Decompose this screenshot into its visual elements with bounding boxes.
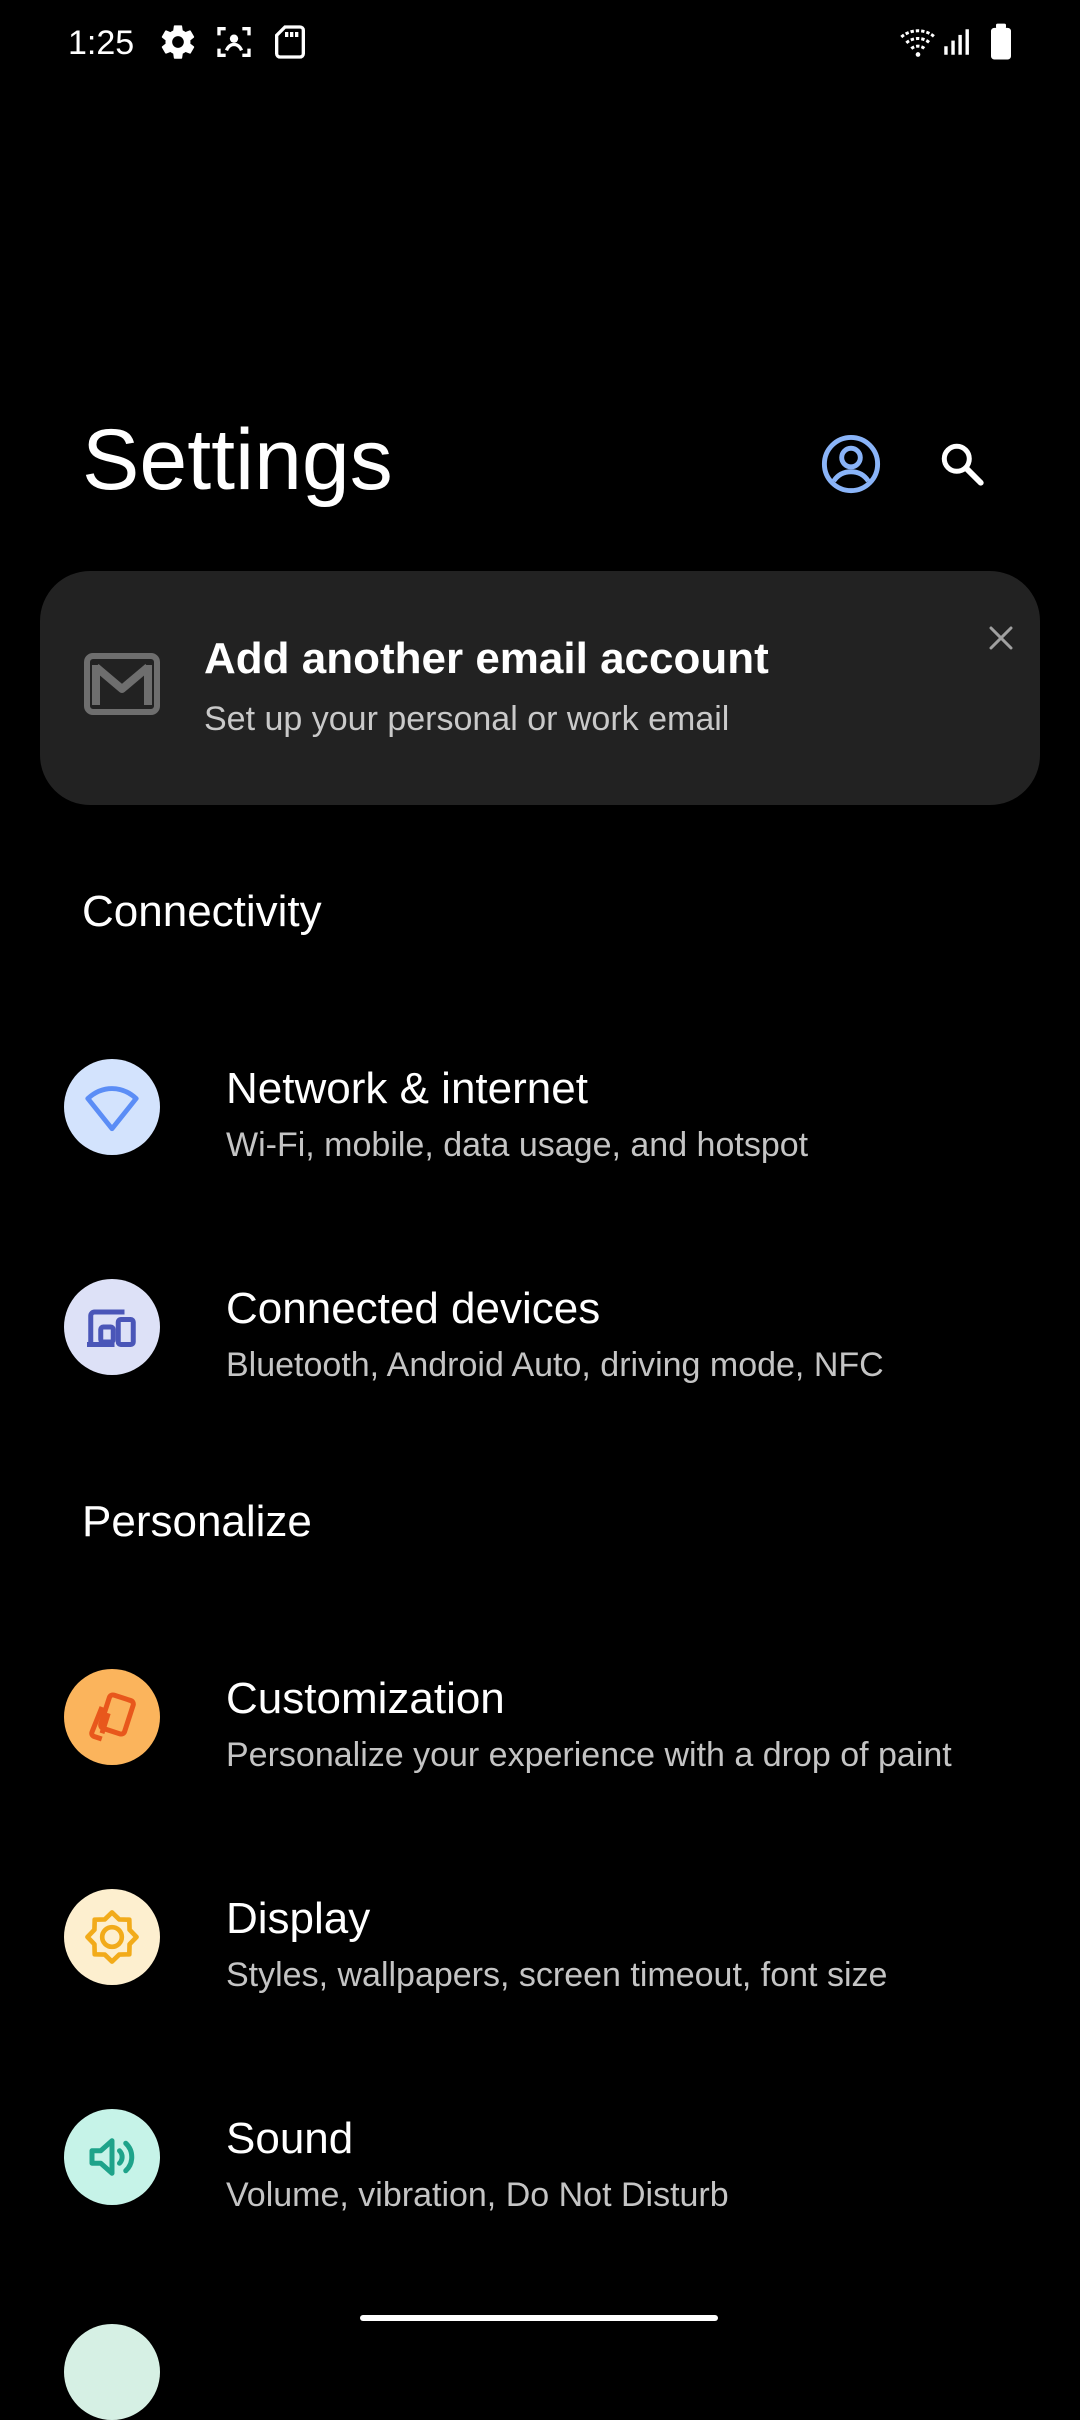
signal-icon [940, 22, 974, 62]
settings-item-network[interactable]: Network & internet Wi-Fi, mobile, data u… [0, 1007, 1080, 1207]
wifi-icon [896, 22, 940, 62]
brightness-icon [85, 1910, 139, 1964]
item-subtitle: Personalize your experience with a drop … [226, 1736, 952, 1774]
item-subtitle: Volume, vibration, Do Not Disturb [226, 2176, 729, 2214]
display-icon-badge [64, 1889, 160, 1985]
account-circle-icon [821, 434, 881, 494]
settings-item-sound[interactable]: Sound Volume, vibration, Do Not Disturb [0, 2057, 1080, 2257]
item-title: Display [226, 1894, 371, 1943]
section-header-personalize: Personalize [82, 1497, 312, 1546]
settings-item-connected-devices[interactable]: Connected devices Bluetooth, Android Aut… [0, 1227, 1080, 1427]
devices-icon-badge [64, 1279, 160, 1375]
item-subtitle: Wi-Fi, mobile, data usage, and hotspot [226, 1126, 809, 1164]
suggestion-card[interactable]: Add another email account Set up your pe… [40, 571, 1040, 805]
sound-icon-badge [64, 2109, 160, 2205]
volume-icon [89, 2138, 135, 2176]
page-title: Settings [82, 412, 393, 508]
sd-card-icon [270, 22, 310, 62]
network-icon-badge [64, 1059, 160, 1155]
home-indicator[interactable] [360, 2315, 718, 2321]
status-time: 1:25 [68, 24, 135, 62]
item-title: Connected devices [226, 1284, 601, 1333]
dismiss-button[interactable] [976, 613, 1026, 663]
customization-icon-badge [64, 1669, 160, 1765]
search-button[interactable] [922, 424, 1002, 504]
palette-icon [89, 1692, 136, 1742]
settings-item-display[interactable]: Display Styles, wallpapers, screen timeo… [0, 1837, 1080, 2037]
item-title: Customization [226, 1674, 505, 1723]
status-bar: 1:25 [0, 0, 1080, 86]
card-subtitle: Set up your personal or work email [204, 700, 730, 738]
gmail-icon [84, 653, 160, 715]
account-button[interactable] [811, 424, 891, 504]
next-item-partial-badge [64, 2324, 160, 2420]
item-subtitle: Bluetooth, Android Auto, driving mode, N… [226, 1346, 884, 1384]
devices-icon [87, 1309, 136, 1347]
section-header-connectivity: Connectivity [82, 887, 322, 936]
search-icon [941, 443, 984, 486]
item-subtitle: Styles, wallpapers, screen timeout, font… [226, 1956, 888, 1994]
settings-item-customization[interactable]: Customization Personalize your experienc… [0, 1617, 1080, 1817]
screenshot-icon [214, 22, 254, 62]
item-title: Network & internet [226, 1064, 588, 1113]
card-title: Add another email account [204, 634, 769, 683]
wifi-icon [85, 1086, 139, 1132]
battery-icon [986, 22, 1016, 62]
gear-icon [158, 22, 198, 62]
item-title: Sound [226, 2114, 354, 2163]
close-icon [989, 626, 1013, 650]
